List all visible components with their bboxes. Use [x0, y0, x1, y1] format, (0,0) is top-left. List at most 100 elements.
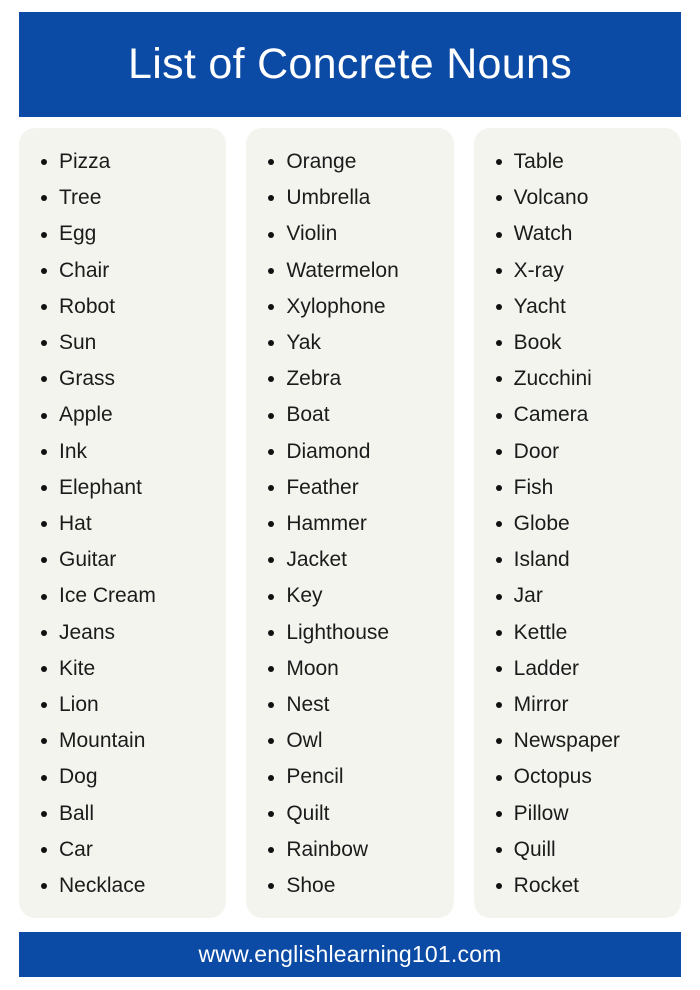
list-item: Hammer: [256, 506, 443, 542]
bullet-icon: [268, 521, 275, 528]
bullet-icon: [41, 484, 47, 491]
bullet-icon: [495, 593, 502, 600]
bullet-icon: [41, 195, 47, 202]
bullet-icon: [495, 665, 502, 672]
list-item-label: Feather: [286, 475, 359, 499]
list-item-label: Lion: [59, 693, 99, 717]
list-item-label: Globe: [513, 512, 570, 536]
bullet-icon: [495, 738, 502, 745]
list-item: Necklace: [29, 868, 216, 904]
list-item: Xylophone: [256, 289, 443, 325]
noun-list-2: Orange Umbrella Violin Watermelon Xylophone Y…: [256, 144, 443, 904]
list-item: Orange: [256, 144, 443, 180]
list-item-label: Orange: [286, 150, 357, 173]
list-item: Kite: [29, 651, 216, 687]
list-item-label: Xylophone: [286, 294, 386, 318]
bullet-icon: [268, 412, 275, 419]
list-item-label: Fish: [513, 475, 554, 499]
list-item-label: X-ray: [513, 258, 564, 282]
bullet-icon: [268, 159, 275, 166]
list-item: Pizza: [29, 144, 216, 180]
list-item-label: Ice Cream: [59, 584, 156, 608]
list-item-label: Quilt: [286, 801, 330, 825]
list-item-label: Volcano: [513, 186, 589, 210]
list-item-label: Moon: [286, 656, 339, 680]
list-item-label: Pillow: [513, 801, 569, 825]
list-item: Mirror: [484, 687, 671, 723]
bullet-icon: [41, 340, 47, 347]
list-item-label: Pencil: [286, 765, 344, 789]
list-item: Jeans: [29, 615, 216, 651]
bullet-icon: [268, 702, 275, 709]
list-item-label: Kettle: [513, 620, 568, 644]
noun-list-3: Table Volcano Watch X-ray Yacht Book Zucchini C…: [484, 144, 671, 904]
list-item-label: Rainbow: [286, 837, 369, 861]
list-item: Lion: [29, 687, 216, 723]
list-item: Globe: [484, 506, 671, 542]
list-item: Nest: [256, 687, 443, 723]
list-item: Ink: [29, 434, 216, 470]
list-item: Feather: [256, 470, 443, 506]
list-item: Hat: [29, 506, 216, 542]
bullet-icon: [41, 159, 47, 166]
list-item-label: Rocket: [513, 874, 580, 898]
bullet-icon: [268, 267, 275, 274]
list-item-label: Octopus: [513, 765, 592, 789]
bullet-icon: [495, 484, 502, 491]
list-item-label: Grass: [59, 367, 116, 391]
list-item-label: Ink: [59, 439, 88, 463]
list-item-label: Zucchini: [513, 367, 592, 391]
bullet-icon: [268, 448, 275, 455]
list-item: Kettle: [484, 615, 671, 651]
bullet-icon: [268, 883, 275, 890]
list-item-label: Apple: [59, 403, 113, 427]
list-item: X-ray: [484, 253, 671, 289]
list-item-label: Guitar: [59, 548, 117, 572]
list-item-label: Lighthouse: [286, 620, 390, 644]
bullet-icon: [41, 521, 47, 528]
list-item: Car: [29, 832, 216, 868]
bullet-icon: [495, 412, 502, 419]
list-item: Key: [256, 578, 443, 614]
list-item-label: Watch: [513, 222, 573, 246]
list-item-label: Camera: [513, 403, 589, 427]
header-banner: List of Concrete Nouns: [19, 12, 681, 117]
list-item: Ice Cream: [29, 578, 216, 614]
list-item-label: Diamond: [286, 439, 371, 463]
bullet-icon: [268, 484, 275, 491]
list-item-label: Ball: [59, 801, 95, 825]
list-item: Yacht: [484, 289, 671, 325]
list-item: Dog: [29, 759, 216, 795]
bullet-icon: [41, 267, 47, 274]
list-item-label: Watermelon: [286, 258, 399, 282]
bullet-icon: [495, 810, 502, 817]
list-item: Zucchini: [484, 361, 671, 397]
list-item-label: Key: [286, 584, 323, 608]
list-item-label: Elephant: [59, 475, 142, 499]
list-item: Umbrella: [256, 180, 443, 216]
bullet-icon: [495, 231, 502, 238]
bullet-icon: [41, 738, 47, 745]
bullet-icon: [495, 159, 502, 166]
list-item: Yak: [256, 325, 443, 361]
bullet-icon: [268, 231, 275, 238]
noun-column-2: Orange Umbrella Violin Watermelon Xylophone Y…: [246, 128, 454, 919]
list-item-label: Hammer: [286, 512, 367, 536]
list-item: Pillow: [484, 796, 671, 832]
bullet-icon: [268, 340, 275, 347]
list-item-label: Pizza: [59, 150, 111, 173]
list-item: Lighthouse: [256, 615, 443, 651]
list-item: Rocket: [484, 868, 671, 904]
list-item-label: Newspaper: [513, 729, 620, 753]
list-item-label: Egg: [59, 222, 97, 246]
bullet-icon: [41, 774, 47, 781]
list-item: Boat: [256, 397, 443, 433]
list-item: Volcano: [484, 180, 671, 216]
bullet-icon: [41, 665, 47, 672]
list-item-label: Robot: [59, 294, 116, 318]
bullet-icon: [41, 810, 47, 817]
poster: List of Concrete Nouns Pizza Tree Egg Chair…: [0, 0, 700, 990]
bullet-icon: [495, 883, 502, 890]
list-item-label: Shoe: [286, 874, 336, 898]
list-item-label: Yak: [286, 331, 321, 355]
